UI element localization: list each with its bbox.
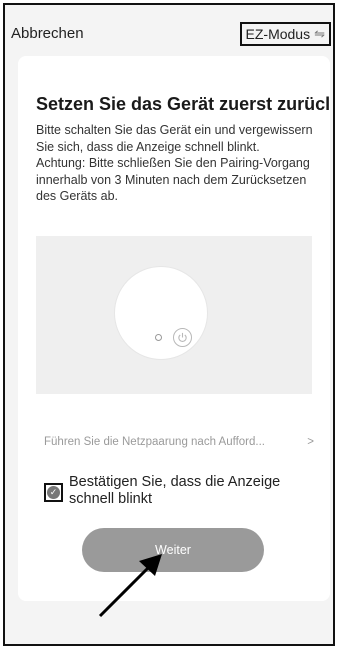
device-illustration [36, 236, 312, 394]
checkbox[interactable]: ✓ [44, 483, 63, 502]
device-image [114, 266, 208, 360]
top-bar: Abbrechen EZ-Modus ⇋ [5, 5, 333, 57]
instructions-text: Bitte schalten Sie das Gerät ein und ver… [36, 123, 313, 203]
mode-label: EZ-Modus [245, 26, 311, 42]
chevron-right-icon: > [307, 436, 314, 448]
cancel-button[interactable]: Abbrechen [11, 25, 84, 42]
next-button[interactable]: Weiter [82, 528, 264, 572]
power-button-icon [173, 328, 192, 347]
check-icon: ✓ [47, 486, 60, 499]
ez-mode-button[interactable]: EZ-Modus ⇋ [239, 22, 331, 46]
confirm-label: Bestätigen Sie, dass die Anzeige schnell… [69, 474, 281, 507]
pairing-link-label: Führen Sie die Netzpaarung nach Aufford.… [44, 436, 265, 448]
pairing-instructions-link[interactable]: Führen Sie die Netzpaarung nach Aufford.… [44, 436, 314, 448]
reset-instructions-card: Setzen Sie das Gerät zuerst zurücl Bitte… [18, 56, 330, 601]
swap-icon: ⇋ [314, 26, 325, 41]
page-title: Setzen Sie das Gerät zuerst zurücl [36, 94, 331, 114]
confirm-blinking-checkbox[interactable]: ✓ Bestätigen Sie, dass die Anzeige schne… [44, 474, 289, 508]
indicator-light-icon [155, 334, 162, 341]
